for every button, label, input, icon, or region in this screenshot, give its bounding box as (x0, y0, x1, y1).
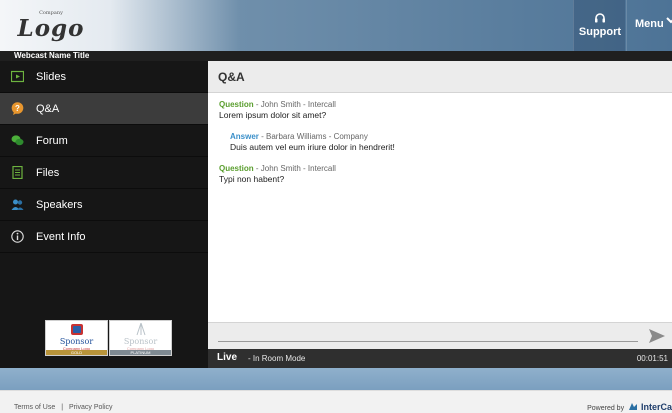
live-status-bar: Live - In Room Mode 00:01:51 (208, 349, 672, 368)
chevron-down-icon (666, 17, 672, 24)
question-input[interactable] (218, 341, 638, 342)
decorative-band (0, 368, 672, 390)
message-author: - Barbara Williams - Company (258, 132, 368, 141)
sidebar-item-speakers[interactable]: Speakers (0, 189, 208, 221)
webcast-title-bar: Webcast Name Title (0, 51, 672, 61)
sidebar-item-label: Files (36, 167, 60, 179)
support-label: Support (578, 26, 622, 38)
message-text: Typi non habent? (219, 174, 285, 184)
company-logo: Company Logo (12, 6, 90, 44)
message-author: - John Smith - Intercall (253, 164, 336, 173)
logo-text: Logo (17, 15, 85, 42)
powered-by-brand: InterCa (640, 402, 672, 412)
powered-by-label: Powered by (587, 405, 625, 412)
sponsor-tier: GOLD (46, 350, 107, 355)
webcast-title: Webcast Name Title (14, 51, 90, 60)
sidebar-item-label: Forum (36, 135, 68, 147)
footer-links: Terms of Use | Privacy Policy (14, 403, 113, 412)
footer-separator: | (61, 404, 64, 411)
elapsed-time: 00:01:51 (636, 354, 668, 363)
sponsor-logo-gold[interactable]: Sponsor Company Logo GOLD (45, 320, 108, 356)
sponsor-emblem-icon (71, 324, 83, 335)
privacy-link[interactable]: Privacy Policy (69, 404, 113, 411)
live-mode: - In Room Mode (248, 354, 306, 363)
live-label: Live (217, 352, 238, 363)
sponsor-label: Sponsor (59, 337, 94, 346)
message-role: Question (219, 164, 254, 173)
message-role: Question (219, 100, 254, 109)
powered-by: Powered by InterCa (587, 402, 672, 413)
sidebar-item-qa[interactable]: ? Q&A (0, 93, 208, 125)
panel-title: Q&A (218, 70, 245, 84)
headset-icon (595, 13, 605, 23)
send-icon[interactable] (648, 328, 666, 344)
qa-answer: Answer - Barbara Williams - Company Duis… (230, 132, 395, 152)
question-input-bar (208, 322, 672, 349)
forum-icon (11, 135, 24, 146)
qa-question: Question - John Smith - Intercall Lorem … (219, 100, 336, 120)
sidebar-item-slides[interactable]: Slides (0, 61, 208, 93)
menu-label: Menu (635, 18, 664, 30)
terms-link[interactable]: Terms of Use (14, 404, 55, 411)
intercall-logo-icon (629, 403, 638, 410)
support-button[interactable]: Support (573, 0, 625, 51)
message-author: - John Smith - Intercall (253, 100, 336, 109)
sidebar-item-event-info[interactable]: Event Info (0, 221, 208, 253)
sponsor-label: Sponsor (123, 337, 158, 346)
sponsor-emblem-icon (136, 322, 146, 336)
sidebar-item-label: Slides (36, 71, 66, 83)
slides-icon (11, 70, 24, 83)
qa-bubble-icon: ? (11, 102, 24, 115)
header: Company Logo Support Menu (0, 0, 672, 51)
sidebar-item-label: Event Info (36, 231, 86, 243)
message-text: Duis autem vel eum iriure dolor in hendr… (230, 142, 395, 152)
sidebar-item-forum[interactable]: Forum (0, 125, 208, 157)
webcast-app: Company Logo Support Menu Webcast Name T… (0, 0, 672, 413)
qa-panel: Q&A Question - John Smith - Intercall Lo… (208, 61, 672, 368)
speakers-icon (11, 199, 24, 210)
message-role: Answer (230, 132, 259, 141)
sponsor-tier: PLATINUM (110, 350, 171, 355)
sidebar: Slides ? Q&A Forum Files Speakers Event … (0, 61, 208, 368)
footer: Terms of Use | Privacy Policy Powered by… (0, 390, 672, 413)
svg-text:?: ? (15, 104, 20, 113)
info-icon (11, 230, 24, 243)
menu-button[interactable]: Menu (626, 0, 672, 51)
files-icon (12, 166, 23, 179)
sidebar-item-label: Speakers (36, 199, 83, 211)
panel-header: Q&A (208, 61, 672, 93)
sidebar-item-files[interactable]: Files (0, 157, 208, 189)
message-text: Lorem ipsum dolor sit amet? (219, 110, 327, 120)
sidebar-item-label: Q&A (36, 103, 60, 115)
qa-question: Question - John Smith - Intercall Typi n… (219, 164, 336, 184)
sponsor-logo-platinum[interactable]: Sponsor Company Logo PLATINUM (109, 320, 172, 356)
